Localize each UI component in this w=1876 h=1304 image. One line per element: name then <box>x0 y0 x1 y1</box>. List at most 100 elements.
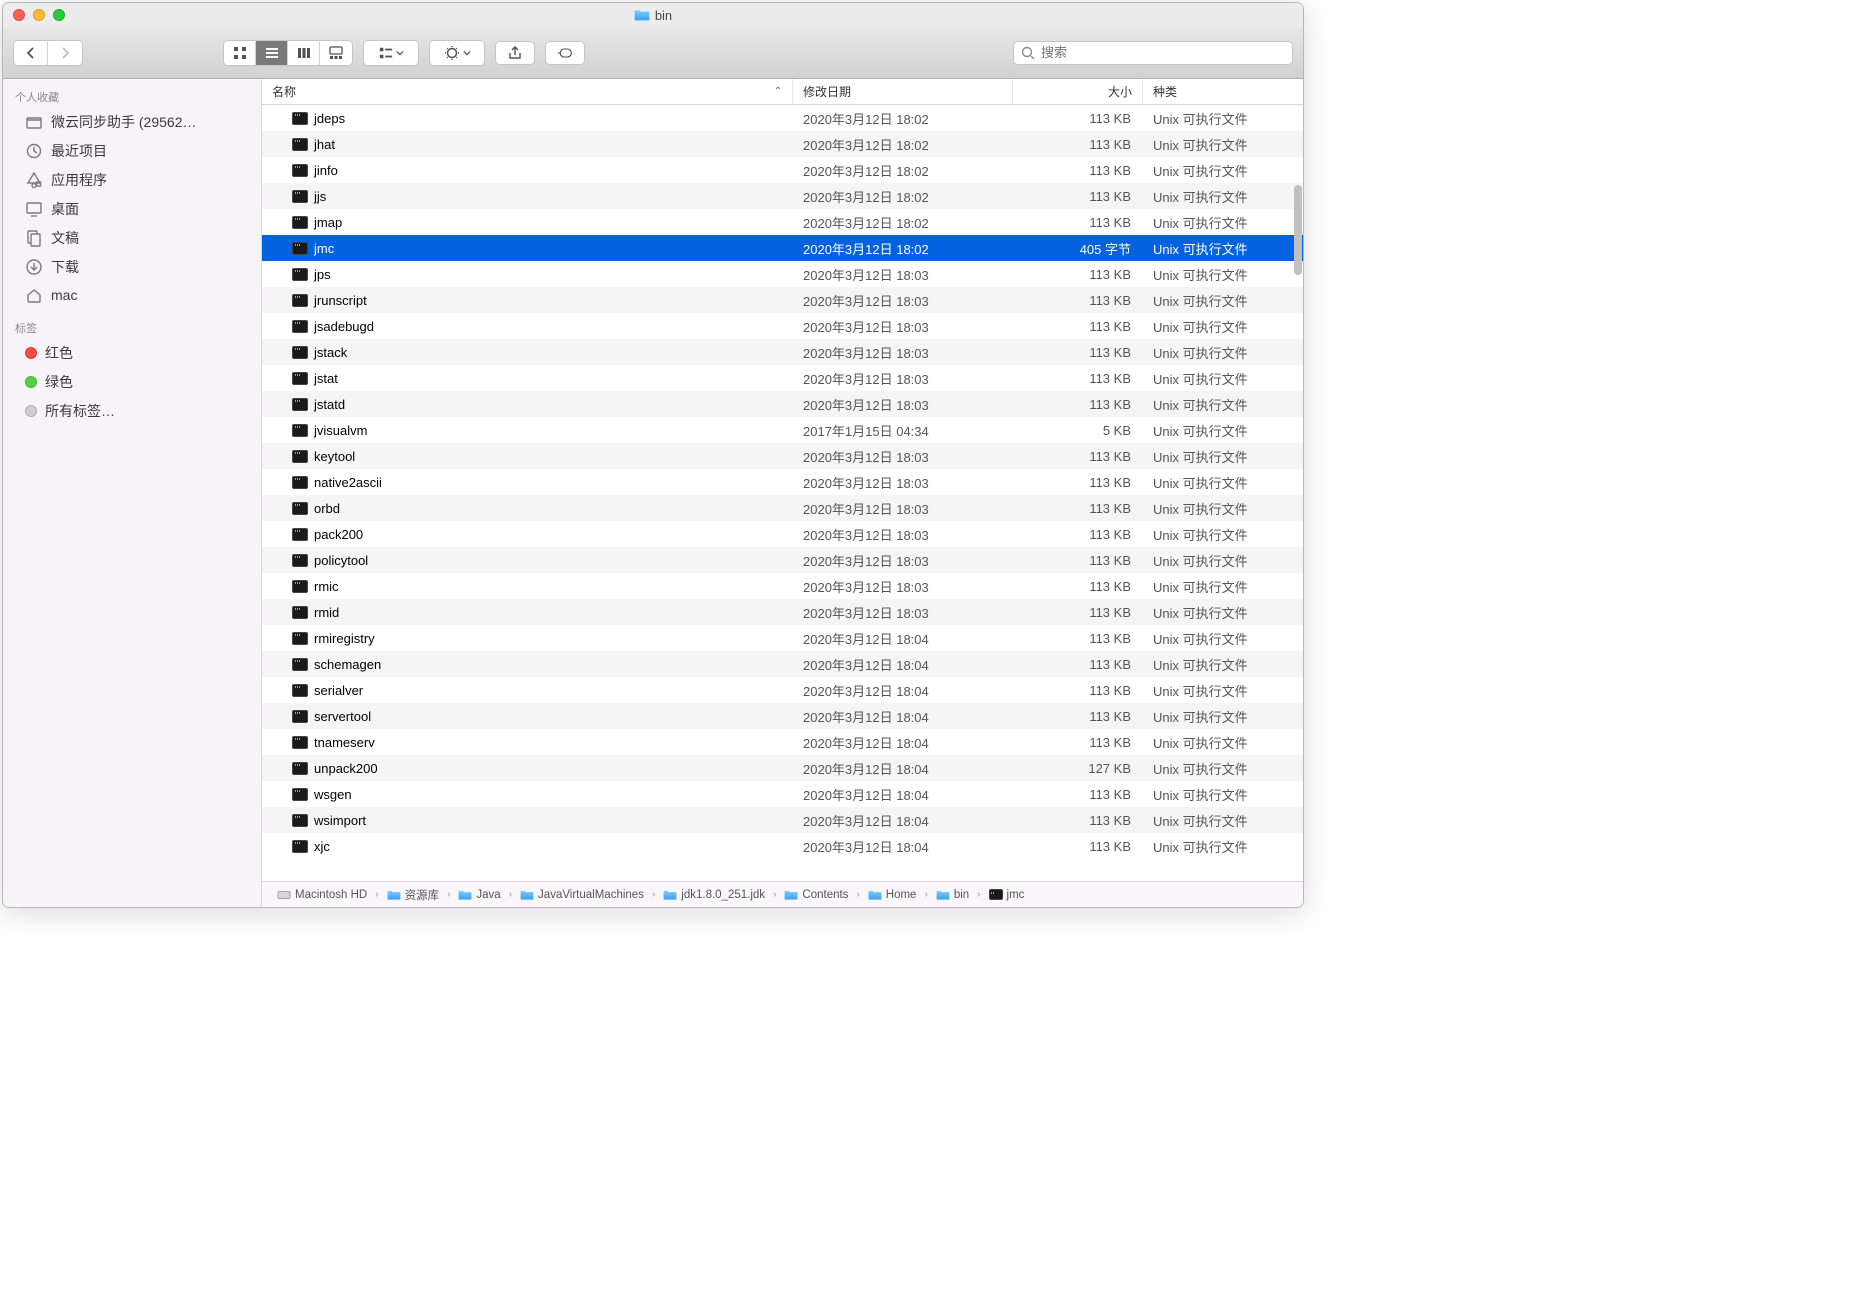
file-row[interactable]: serialver2020年3月12日 18:04113 KBUnix 可执行文… <box>262 677 1303 703</box>
file-row[interactable]: jstack2020年3月12日 18:03113 KBUnix 可执行文件 <box>262 339 1303 365</box>
sidebar-item-label: 绿色 <box>45 372 73 392</box>
path-crumb[interactable]: JavaVirtualMachines <box>515 888 649 902</box>
path-crumb[interactable]: Contents <box>779 888 853 902</box>
sidebar-item-download[interactable]: 下载 <box>7 253 257 281</box>
file-date: 2020年3月12日 18:03 <box>793 499 1013 518</box>
sidebar-tag[interactable]: 红色 <box>7 339 257 367</box>
executable-icon <box>292 710 308 723</box>
file-row[interactable]: jdeps2020年3月12日 18:02113 KBUnix 可执行文件 <box>262 105 1303 131</box>
sidebar-item-home[interactable]: mac <box>7 282 257 308</box>
file-date: 2020年3月12日 18:03 <box>793 525 1013 544</box>
file-row[interactable]: jmap2020年3月12日 18:02113 KBUnix 可执行文件 <box>262 209 1303 235</box>
file-row[interactable]: jrunscript2020年3月12日 18:03113 KBUnix 可执行… <box>262 287 1303 313</box>
sidebar-item-label: 微云同步助手 (29562… <box>51 112 196 132</box>
file-row[interactable]: unpack2002020年3月12日 18:04127 KBUnix 可执行文… <box>262 755 1303 781</box>
file-row[interactable]: jjs2020年3月12日 18:02113 KBUnix 可执行文件 <box>262 183 1303 209</box>
file-row[interactable]: jstatd2020年3月12日 18:03113 KBUnix 可执行文件 <box>262 391 1303 417</box>
sidebar-item-label: 红色 <box>45 343 73 363</box>
file-row[interactable]: tnameserv2020年3月12日 18:04113 KBUnix 可执行文… <box>262 729 1303 755</box>
file-row[interactable]: wsimport2020年3月12日 18:04113 KBUnix 可执行文件 <box>262 807 1303 833</box>
view-mode-segment <box>223 40 353 66</box>
path-crumb[interactable]: 资源库 <box>382 886 445 904</box>
file-name: jhat <box>314 137 335 152</box>
sidebar-tag[interactable]: 所有标签… <box>7 397 257 425</box>
file-size: 405 字节 <box>1013 239 1143 258</box>
back-button[interactable] <box>14 41 48 65</box>
file-row[interactable]: xjc2020年3月12日 18:04113 KBUnix 可执行文件 <box>262 833 1303 859</box>
minimize-window-button[interactable] <box>33 9 45 21</box>
sidebar-favorites-header: 个人收藏 <box>3 85 261 107</box>
file-date: 2020年3月12日 18:03 <box>793 317 1013 336</box>
sidebar-item-desktop[interactable]: 桌面 <box>7 195 257 223</box>
column-view-button[interactable] <box>288 41 320 65</box>
file-list[interactable]: jdeps2020年3月12日 18:02113 KBUnix 可执行文件jha… <box>262 105 1303 881</box>
sidebar-item-folder[interactable]: 微云同步助手 (29562… <box>7 108 257 136</box>
edit-tags-button[interactable] <box>545 41 585 65</box>
file-size: 113 KB <box>1013 111 1143 126</box>
zoom-window-button[interactable] <box>53 9 65 21</box>
sidebar-tag[interactable]: 绿色 <box>7 368 257 396</box>
path-crumb[interactable]: jmc <box>984 888 1030 902</box>
file-row[interactable]: policytool2020年3月12日 18:03113 KBUnix 可执行… <box>262 547 1303 573</box>
executable-icon <box>292 658 308 671</box>
file-row[interactable]: jinfo2020年3月12日 18:02113 KBUnix 可执行文件 <box>262 157 1303 183</box>
file-date: 2020年3月12日 18:02 <box>793 109 1013 128</box>
file-row[interactable]: jstat2020年3月12日 18:03113 KBUnix 可执行文件 <box>262 365 1303 391</box>
file-row[interactable]: jps2020年3月12日 18:03113 KBUnix 可执行文件 <box>262 261 1303 287</box>
file-row[interactable]: pack2002020年3月12日 18:03113 KBUnix 可执行文件 <box>262 521 1303 547</box>
forward-button[interactable] <box>48 41 82 65</box>
search-input[interactable] <box>1041 45 1286 60</box>
sidebar-item-apps[interactable]: 应用程序 <box>7 166 257 194</box>
path-crumb[interactable]: Macintosh HD <box>272 888 372 902</box>
file-row[interactable]: keytool2020年3月12日 18:03113 KBUnix 可执行文件 <box>262 443 1303 469</box>
sidebar-item-docs[interactable]: 文稿 <box>7 224 257 252</box>
share-button[interactable] <box>495 41 535 65</box>
path-crumb[interactable]: jdk1.8.0_251.jdk <box>658 888 770 902</box>
tag-dot-icon <box>25 376 37 388</box>
file-row[interactable]: orbd2020年3月12日 18:03113 KBUnix 可执行文件 <box>262 495 1303 521</box>
file-kind: Unix 可执行文件 <box>1143 213 1303 232</box>
column-name[interactable]: 名称⌃ <box>262 79 793 104</box>
path-crumb[interactable]: Home <box>863 888 922 902</box>
file-date: 2020年3月12日 18:03 <box>793 551 1013 570</box>
file-row[interactable]: jvisualvm2017年1月15日 04:345 KBUnix 可执行文件 <box>262 417 1303 443</box>
file-size: 113 KB <box>1013 163 1143 178</box>
path-crumb[interactable]: bin <box>931 888 974 902</box>
gallery-view-button[interactable] <box>320 41 352 65</box>
path-crumb-label: jdk1.8.0_251.jdk <box>681 889 765 901</box>
executable-icon <box>292 424 308 437</box>
file-row[interactable]: schemagen2020年3月12日 18:04113 KBUnix 可执行文… <box>262 651 1303 677</box>
search-field[interactable] <box>1013 41 1293 65</box>
path-crumb-label: bin <box>954 889 969 901</box>
file-row[interactable]: rmic2020年3月12日 18:03113 KBUnix 可执行文件 <box>262 573 1303 599</box>
file-row[interactable]: jsadebugd2020年3月12日 18:03113 KBUnix 可执行文… <box>262 313 1303 339</box>
path-crumb[interactable]: Java <box>453 888 505 902</box>
file-kind: Unix 可执行文件 <box>1143 317 1303 336</box>
sidebar-item-clock[interactable]: 最近项目 <box>7 137 257 165</box>
group-by-button[interactable] <box>363 40 419 66</box>
file-row[interactable]: rmiregistry2020年3月12日 18:04113 KBUnix 可执… <box>262 625 1303 651</box>
column-size[interactable]: 大小 <box>1013 79 1143 104</box>
close-window-button[interactable] <box>13 9 25 21</box>
file-row[interactable]: jmc2020年3月12日 18:02405 字节Unix 可执行文件 <box>262 235 1303 261</box>
file-row[interactable]: servertool2020年3月12日 18:04113 KBUnix 可执行… <box>262 703 1303 729</box>
file-kind: Unix 可执行文件 <box>1143 629 1303 648</box>
file-row[interactable]: wsgen2020年3月12日 18:04113 KBUnix 可执行文件 <box>262 781 1303 807</box>
column-kind[interactable]: 种类 <box>1143 79 1303 104</box>
file-row[interactable]: jhat2020年3月12日 18:02113 KBUnix 可执行文件 <box>262 131 1303 157</box>
column-date[interactable]: 修改日期 <box>793 79 1013 104</box>
executable-icon <box>292 606 308 619</box>
icon-view-button[interactable] <box>224 41 256 65</box>
list-view-button[interactable] <box>256 41 288 65</box>
sidebar-item-label: 文稿 <box>51 228 79 248</box>
scrollbar-thumb[interactable] <box>1294 185 1302 275</box>
file-date: 2020年3月12日 18:03 <box>793 395 1013 414</box>
action-menu-button[interactable] <box>429 40 485 66</box>
file-name: schemagen <box>314 657 381 672</box>
chevron-right-icon: › <box>374 889 379 900</box>
tag-dot-icon <box>25 405 37 417</box>
path-crumb-label: jmc <box>1007 889 1025 901</box>
file-row[interactable]: native2ascii2020年3月12日 18:03113 KBUnix 可… <box>262 469 1303 495</box>
executable-icon <box>292 762 308 775</box>
file-row[interactable]: rmid2020年3月12日 18:03113 KBUnix 可执行文件 <box>262 599 1303 625</box>
